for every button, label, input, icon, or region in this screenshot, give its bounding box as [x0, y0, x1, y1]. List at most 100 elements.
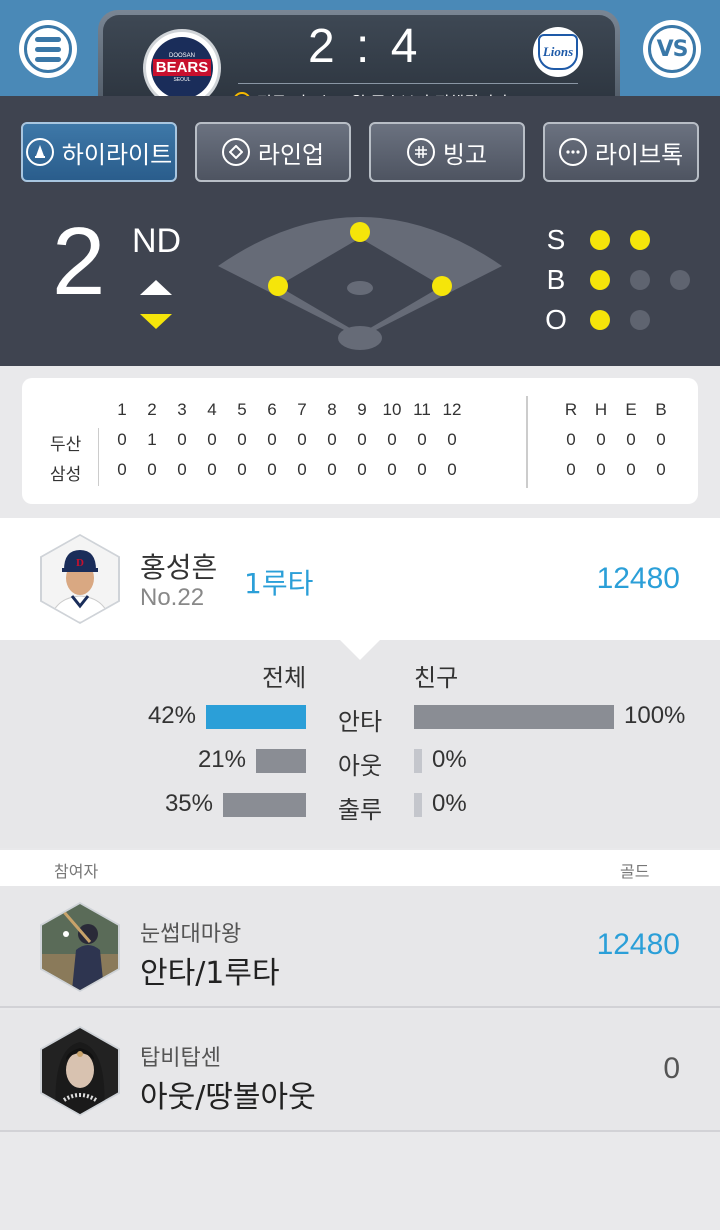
participant-nickname: 탑비탑센 — [140, 1046, 221, 1071]
strike-count: S — [542, 224, 650, 256]
tab-bingo[interactable]: 빙고 — [369, 122, 525, 182]
batter-name: 홍성흔 — [140, 551, 218, 584]
third-base-runner — [268, 276, 288, 296]
totals-header: E — [625, 400, 637, 419]
inning-score: 1 — [147, 430, 157, 449]
total-score: 0 — [596, 430, 606, 449]
inning-score: 0 — [327, 430, 337, 449]
inning-score: 0 — [237, 430, 247, 449]
inning-score: 0 — [297, 460, 307, 479]
tab-highlight[interactable]: 하이라이트 — [21, 122, 177, 182]
batter-gold: 12480 — [596, 562, 680, 595]
stat-row: 42% 안타 100% — [0, 702, 720, 736]
bottom-half-arrow-icon — [140, 314, 172, 329]
current-batter-card: D 홍성흔 No.22 1루타 12480 — [0, 518, 720, 640]
bingo-grid-icon — [406, 138, 435, 166]
inning-header: 8 — [327, 400, 337, 419]
friends-bar — [414, 749, 422, 773]
inning-header: 2 — [147, 400, 157, 419]
inning-header: 12 — [442, 400, 462, 419]
inning-header: 3 — [177, 400, 187, 419]
ball-count: B — [542, 264, 690, 296]
menu-button[interactable] — [19, 20, 77, 78]
friends-percent: 100% — [624, 702, 686, 729]
stat-row: 21% 아웃 0% — [0, 746, 720, 780]
totals-header: B — [655, 400, 667, 419]
totals-header: H — [594, 400, 608, 419]
totals-header: R — [564, 400, 578, 419]
participant-gold: 0 — [663, 1052, 680, 1085]
inning-score: 0 — [237, 460, 247, 479]
inning-header: 5 — [237, 400, 247, 419]
line-score-table: 1 2 3 4 5 6 7 8 9 10 11 12 R H E B 두산 0 1 0 0 0 0 0 0 0 0 0 0 0 0 0 0 삼성 0… — [22, 378, 698, 504]
stat-label: 안타 — [337, 708, 383, 736]
inning-score: 0 — [297, 430, 307, 449]
inning-score: 0 — [117, 460, 127, 479]
batter-pick: 1루타 — [244, 567, 314, 600]
gold-label: 골드 — [620, 862, 650, 881]
all-users-bar — [256, 749, 306, 773]
participant-row[interactable]: 눈썹대마왕 안타/1루타 12480 — [0, 886, 720, 1008]
out-count: O — [542, 304, 650, 336]
team-name: 삼성 — [50, 465, 82, 484]
friends-percent: 0% — [432, 746, 467, 773]
total-score: 0 — [656, 460, 666, 479]
friends-bar — [414, 793, 422, 817]
inning-score: 0 — [207, 460, 217, 479]
friends-percent: 0% — [432, 790, 467, 817]
field-area: 하이라이트 라인업 빙고 라이브톡 2 ND S B O — [0, 96, 720, 366]
total-score: 0 — [626, 430, 636, 449]
chat-bubble-icon — [558, 138, 587, 166]
participants-header: 참여자 골드 — [0, 850, 720, 886]
participant-gold: 12480 — [596, 928, 680, 961]
inning-score: 0 — [207, 430, 217, 449]
team-name: 두산 — [50, 435, 82, 454]
tab-lineup[interactable]: 라인업 — [195, 122, 351, 182]
participants-label: 참여자 — [54, 862, 99, 881]
second-base-runner — [350, 222, 370, 242]
samsung-lions-logo: Lions — [533, 27, 583, 77]
vs-button[interactable]: VS — [643, 20, 701, 78]
top-half-arrow-icon — [140, 280, 172, 295]
inning-header: 1 — [117, 400, 127, 419]
inning-score: 0 — [387, 460, 397, 479]
batter-avatar: D — [40, 534, 120, 624]
participant-row[interactable]: 탑비탑센 아웃/땅볼아웃 0 — [0, 1010, 720, 1132]
participant-pick: 아웃/땅볼아웃 — [140, 1080, 316, 1115]
inning-header: 9 — [357, 400, 367, 419]
alarm-bell-icon — [25, 138, 54, 166]
inning-score: 0 — [327, 460, 337, 479]
all-users-bar — [206, 705, 306, 729]
inning-score: 0 — [267, 430, 277, 449]
inning-score: 0 — [147, 460, 157, 479]
total-score: 0 — [626, 460, 636, 479]
all-users-percent: 42% — [147, 702, 196, 729]
inning-score: 0 — [177, 460, 187, 479]
vs-icon: VS — [648, 25, 696, 73]
tab-livetalk[interactable]: 라이브톡 — [543, 122, 699, 182]
total-score: 0 — [596, 460, 606, 479]
all-users-percent: 35% — [164, 790, 213, 817]
participant-nickname: 눈썹대마왕 — [140, 922, 242, 947]
inning-suffix: ND — [132, 222, 182, 260]
prediction-stats: 전체 친구 42% 안타 100% 21% 아웃 0% 35% 출루 0% — [0, 640, 720, 848]
inning-number: 2 — [52, 208, 106, 315]
inning-score: 0 — [357, 430, 367, 449]
total-score: 0 — [566, 430, 576, 449]
stats-all-header: 전체 — [262, 664, 307, 692]
all-users-percent: 21% — [197, 746, 246, 773]
inning-score: 0 — [387, 430, 397, 449]
stat-label: 아웃 — [337, 752, 383, 780]
participant-pick: 안타/1루타 — [140, 956, 280, 991]
stat-row: 35% 출루 0% — [0, 790, 720, 824]
total-score: 0 — [656, 430, 666, 449]
stats-friend-header: 친구 — [414, 664, 459, 692]
participant-avatar — [40, 902, 120, 992]
baseball-diamond — [218, 217, 502, 350]
inning-header: 11 — [413, 400, 431, 419]
inning-score: 0 — [267, 460, 277, 479]
inning-header: 7 — [297, 400, 307, 419]
hamburger-menu-icon — [24, 25, 72, 73]
batter-number: No.22 — [140, 584, 205, 611]
participant-avatar — [40, 1026, 120, 1116]
